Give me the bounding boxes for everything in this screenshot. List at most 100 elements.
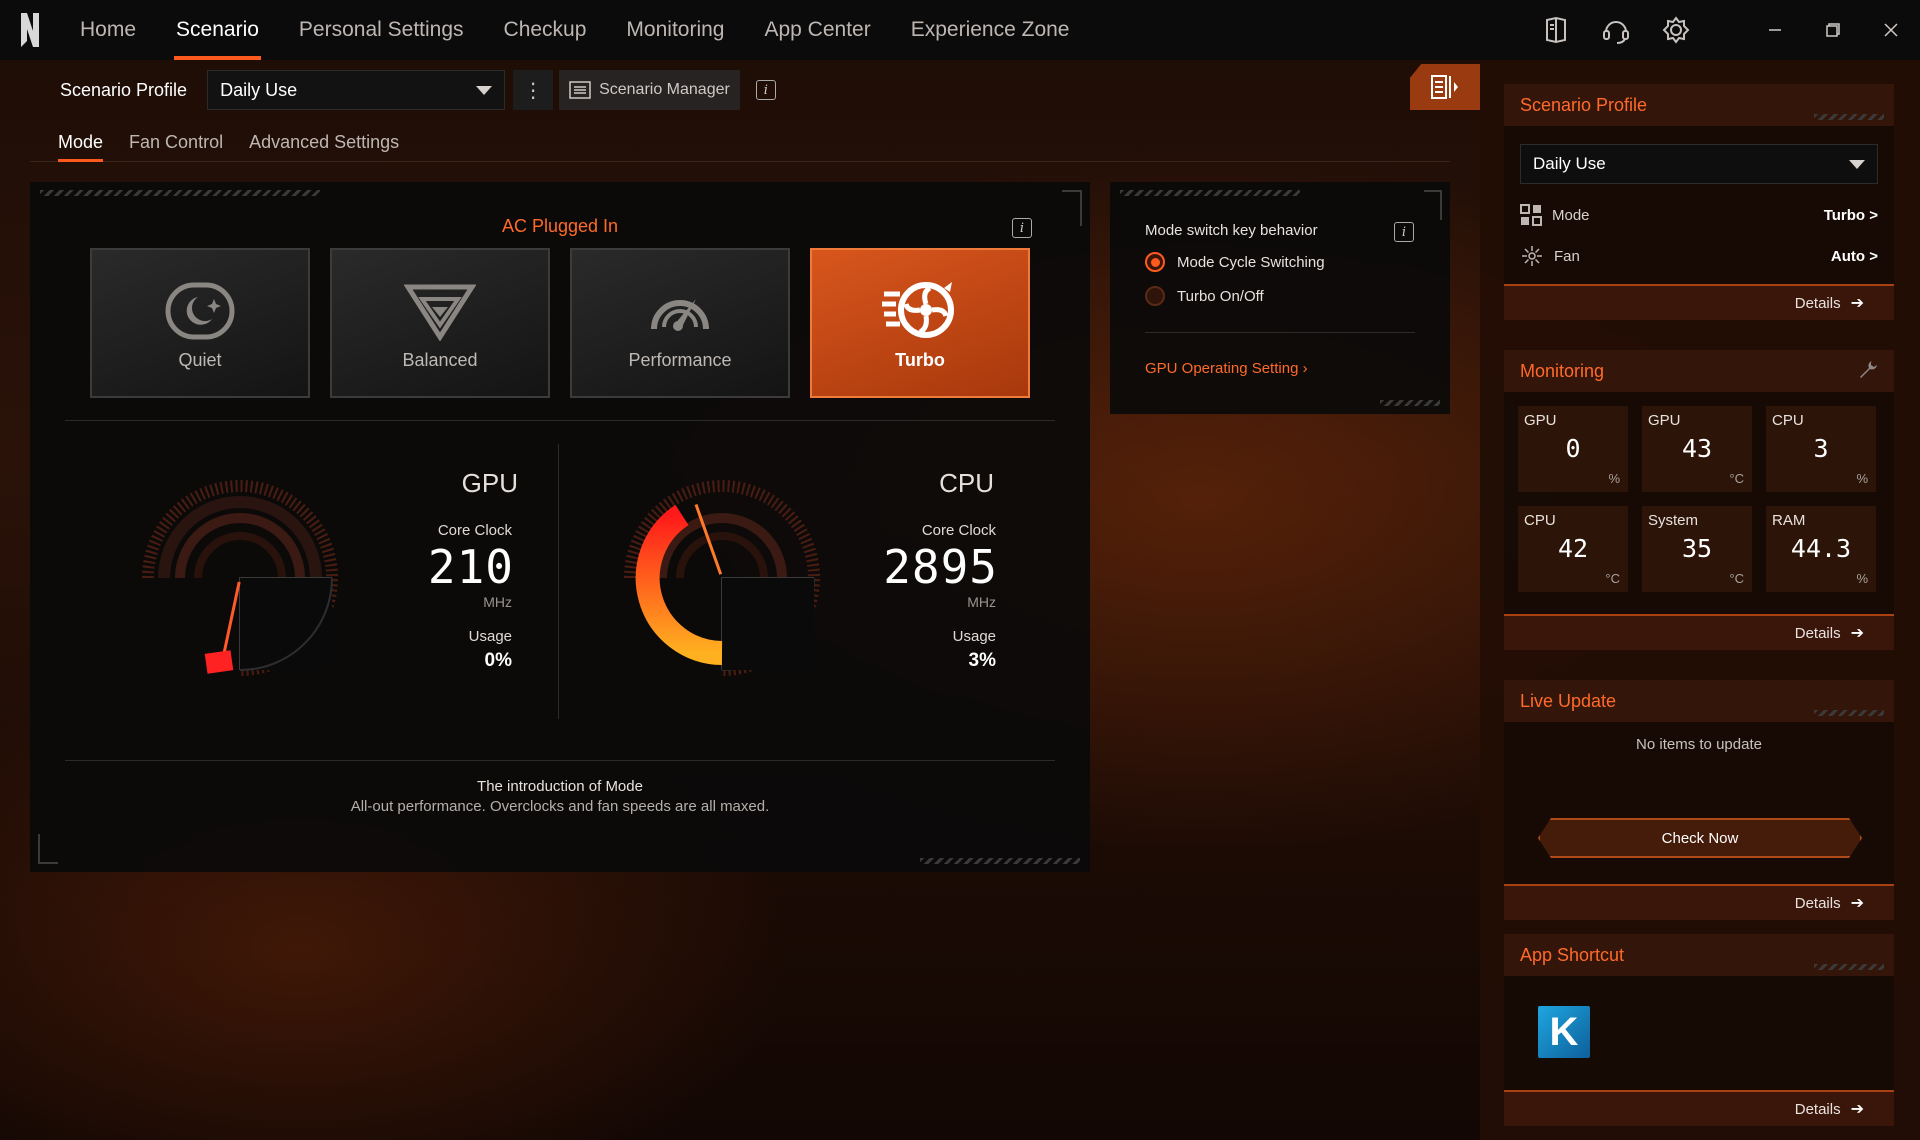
details-button[interactable]: Details ➔	[1504, 1090, 1894, 1126]
mode-selector: Quiet Balanced Performance Turbo	[90, 248, 1030, 398]
scenario-manager-button[interactable]: Scenario Manager	[559, 70, 740, 110]
chevron-down-icon	[1849, 159, 1865, 169]
gpu-gauge	[140, 478, 340, 683]
tile-ram-usage[interactable]: RAM 44.3 %	[1766, 506, 1876, 592]
mode-switch-key-panel: Mode switch key behavior i Mode Cycle Sw…	[1110, 182, 1450, 414]
book-icon[interactable]	[1526, 0, 1586, 60]
panel-collapse-icon	[1431, 75, 1458, 99]
scenario-profile-select[interactable]: Daily Use	[207, 70, 506, 110]
nav-experience-zone[interactable]: Experience Zone	[891, 0, 1090, 60]
tile-system-temp[interactable]: System 35 °C	[1642, 506, 1752, 592]
divider	[65, 760, 1055, 761]
mode-label: Balanced	[402, 350, 478, 370]
card-header: Monitoring	[1504, 350, 1894, 392]
radio-selected-icon	[1145, 252, 1165, 272]
card-title: Monitoring	[1520, 360, 1605, 381]
tile-gpu-usage[interactable]: GPU 0 %	[1518, 406, 1628, 492]
sidebar-fan-row[interactable]: Fan Auto >	[1520, 244, 1878, 268]
profile-row: Scenario Profile Daily Use ⋮ Scenario Ma…	[60, 70, 776, 110]
tile-label: CPU	[1524, 512, 1556, 529]
nav-app-center[interactable]: App Center	[744, 0, 890, 60]
tile-value: 35	[1681, 534, 1713, 563]
scenario-profile-value: Daily Use	[220, 79, 298, 100]
gpu-operating-setting-link[interactable]: GPU Operating Setting ›	[1145, 360, 1308, 377]
decor-hatch	[1120, 190, 1300, 196]
tab-fan-control[interactable]: Fan Control	[117, 124, 237, 161]
app-shortcut-k-icon[interactable]: K	[1538, 1006, 1590, 1058]
nav-personal-settings[interactable]: Personal Settings	[279, 0, 484, 60]
info-icon[interactable]: i	[1394, 222, 1414, 242]
mode-performance-button[interactable]: Performance	[570, 248, 790, 398]
tab-mode[interactable]: Mode	[30, 124, 117, 162]
tile-cpu-usage[interactable]: CPU 3 %	[1766, 406, 1876, 492]
monitoring-card: Monitoring GPU 0 % GPU 43 °C CPU 3 % CPU…	[1504, 350, 1894, 650]
tile-gpu-temp[interactable]: GPU 43 °C	[1642, 406, 1752, 492]
radio-unselected-icon	[1145, 286, 1165, 306]
sidebar-profile-value: Daily Use	[1533, 154, 1606, 173]
top-icons	[1526, 0, 1920, 60]
decor-hatch	[1814, 710, 1884, 716]
minimize-icon[interactable]	[1746, 0, 1804, 60]
cpu-title: CPU	[939, 468, 994, 498]
collapse-sidebar-button[interactable]	[1410, 64, 1480, 110]
radio-turbo-toggle[interactable]: Turbo On/Off	[1145, 286, 1264, 306]
turbo-fan-icon	[882, 278, 958, 344]
nav-checkup[interactable]: Checkup	[484, 0, 607, 60]
mode-turbo-button[interactable]: Turbo	[810, 248, 1030, 398]
details-label: Details	[1794, 894, 1841, 912]
more-options-icon[interactable]: ⋮	[513, 70, 554, 110]
tile-unit: %	[1856, 471, 1868, 486]
tile-label: System	[1648, 512, 1699, 529]
mode-balanced-button[interactable]: Balanced	[330, 248, 550, 398]
sidebar-profile-select[interactable]: Daily Use	[1520, 144, 1878, 184]
restore-icon[interactable]	[1804, 0, 1862, 60]
tab-advanced-settings[interactable]: Advanced Settings	[237, 124, 413, 161]
moon-icon	[162, 278, 238, 344]
nav-monitoring[interactable]: Monitoring	[606, 0, 744, 60]
tile-label: GPU	[1648, 412, 1681, 429]
sidebar-mode-row[interactable]: Mode Turbo >	[1520, 204, 1878, 226]
mode-label: Quiet	[178, 350, 222, 370]
decor-hatch	[1380, 400, 1440, 406]
tile-cpu-temp[interactable]: CPU 42 °C	[1518, 506, 1628, 592]
decor-hatch	[1814, 114, 1884, 120]
gpu-clock-label: Core Clock	[437, 522, 512, 539]
details-button[interactable]: Details ➔	[1504, 884, 1894, 920]
sidebar-fan-label: Fan	[1554, 247, 1580, 265]
mode-intro-title: The introduction of Mode	[477, 778, 643, 795]
tile-value: 43	[1681, 434, 1713, 463]
nav-scenario[interactable]: Scenario	[156, 0, 279, 60]
app-shortcut-card: App Shortcut K Details ➔	[1504, 934, 1894, 1126]
info-icon[interactable]: i	[1012, 218, 1032, 238]
speedometer-icon	[642, 278, 718, 344]
tile-unit: %	[1608, 471, 1620, 486]
predator-logo-icon[interactable]	[0, 0, 60, 60]
arrow-right-icon: ➔	[1850, 1101, 1864, 1118]
tile-unit: °C	[1605, 571, 1620, 586]
mode-quiet-button[interactable]: Quiet	[90, 248, 310, 398]
right-sidebar: Scenario Profile Daily Use Mode Turbo > …	[1480, 60, 1920, 1140]
scenario-profile-label: Scenario Profile	[60, 79, 188, 100]
check-now-button[interactable]: Check Now	[1538, 818, 1862, 858]
list-icon	[569, 81, 591, 99]
cpu-usage-label: Usage	[952, 628, 996, 645]
card-title: Scenario Profile	[1520, 94, 1648, 115]
nav-home[interactable]: Home	[60, 0, 156, 60]
divider	[65, 420, 1055, 421]
power-state-title: AC Plugged In	[501, 216, 619, 236]
cpu-clock-label: Core Clock	[921, 522, 996, 539]
tile-value: 44.3	[1790, 534, 1852, 563]
chevron-down-icon	[476, 85, 493, 95]
details-button[interactable]: Details ➔	[1504, 284, 1894, 320]
headset-icon[interactable]	[1586, 0, 1646, 60]
divider	[1145, 332, 1415, 333]
details-button[interactable]: Details ➔	[1504, 614, 1894, 650]
close-icon[interactable]	[1862, 0, 1920, 60]
card-title: Live Update	[1520, 690, 1617, 711]
wrench-icon[interactable]	[1858, 359, 1878, 384]
gpu-usage-label: Usage	[468, 628, 512, 645]
radio-mode-cycle[interactable]: Mode Cycle Switching	[1145, 252, 1325, 272]
balanced-icon	[402, 278, 478, 344]
gear-icon[interactable]	[1646, 0, 1706, 60]
info-icon[interactable]: i	[755, 80, 776, 100]
